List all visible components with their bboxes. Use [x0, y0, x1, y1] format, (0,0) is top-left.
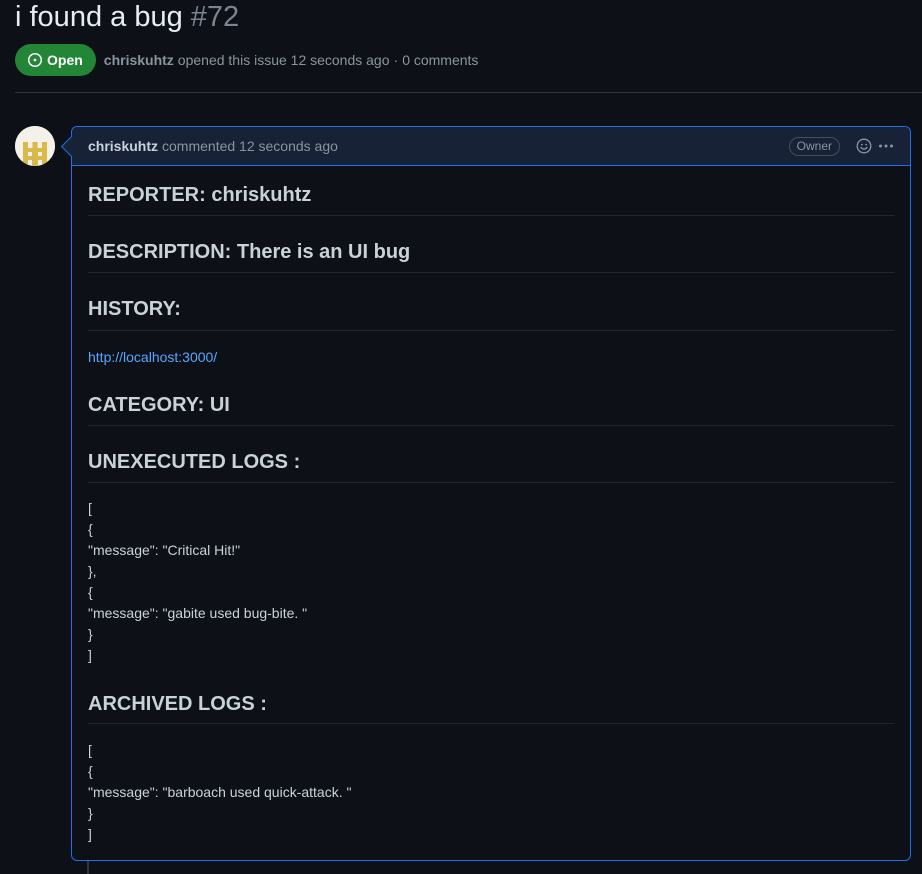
- log-line: ]: [88, 647, 92, 663]
- heading-history: HISTORY:: [88, 298, 181, 320]
- log-line: },: [88, 563, 97, 579]
- state-badge-open: Open: [15, 44, 96, 76]
- log-line: "message": "Critical Hit!": [88, 542, 241, 558]
- log-line: {: [88, 763, 93, 779]
- smiley-icon: [856, 138, 872, 154]
- heading-rule: [88, 330, 894, 331]
- issue-opened-icon: [27, 52, 43, 68]
- log-line: }: [88, 805, 93, 821]
- issue-title-text: i found a bug: [15, 1, 183, 33]
- heading-archived-logs: ARCHIVED LOGS :: [88, 693, 267, 715]
- history-link[interactable]: http://localhost:3000/: [88, 349, 217, 365]
- heading-rule: [88, 482, 894, 483]
- issue-number: #72: [190, 1, 240, 33]
- heading-reporter: REPORTER: chriskuhtz: [88, 184, 312, 206]
- meta-separator: ·: [393, 52, 399, 68]
- log-line: {: [88, 584, 93, 600]
- log-line: "message": "barboach used quick-attack. …: [88, 784, 352, 800]
- log-line: [: [88, 742, 92, 758]
- state-label: Open: [47, 52, 83, 68]
- header-divider: [15, 92, 922, 93]
- comment-timestamp: commented 12 seconds ago: [162, 138, 338, 154]
- heading-rule: [88, 425, 894, 426]
- issue-author-link[interactable]: chriskuhtz: [104, 52, 174, 68]
- comment-author-link[interactable]: chriskuhtz: [88, 138, 158, 154]
- log-line: }: [88, 626, 93, 642]
- comment-options-button[interactable]: [878, 138, 894, 154]
- log-line: ]: [88, 826, 92, 842]
- kebab-horizontal-icon: [879, 144, 893, 148]
- add-reaction-button[interactable]: [856, 138, 872, 154]
- log-line: {: [88, 521, 93, 537]
- heading-rule: [88, 215, 894, 216]
- timeline-line: [87, 860, 89, 874]
- comment-box: chriskuhtz commented 12 seconds ago Owne…: [60, 126, 911, 861]
- identicon-icon: [15, 126, 55, 166]
- avatar[interactable]: [15, 126, 55, 166]
- issue-meta: Open chriskuhtz opened this issue 12 sec…: [15, 44, 478, 76]
- heading-rule: [88, 723, 894, 724]
- comments-count: 0 comments: [402, 52, 479, 68]
- heading-rule: [88, 272, 894, 273]
- opened-text: opened this issue 12 seconds ago: [177, 52, 390, 68]
- issue-title: i found a bug #72: [15, 0, 239, 37]
- heading-unexecuted-logs: UNEXECUTED LOGS :: [88, 451, 301, 473]
- comment-header: chriskuhtz commented 12 seconds ago Owne…: [72, 127, 910, 166]
- log-line: [: [88, 500, 92, 516]
- heading-description: DESCRIPTION: There is an UI bug: [88, 241, 411, 263]
- log-line: "message": "gabite used bug-bite. ": [88, 605, 308, 621]
- heading-category: CATEGORY: UI: [88, 394, 230, 416]
- owner-badge: Owner: [788, 136, 840, 156]
